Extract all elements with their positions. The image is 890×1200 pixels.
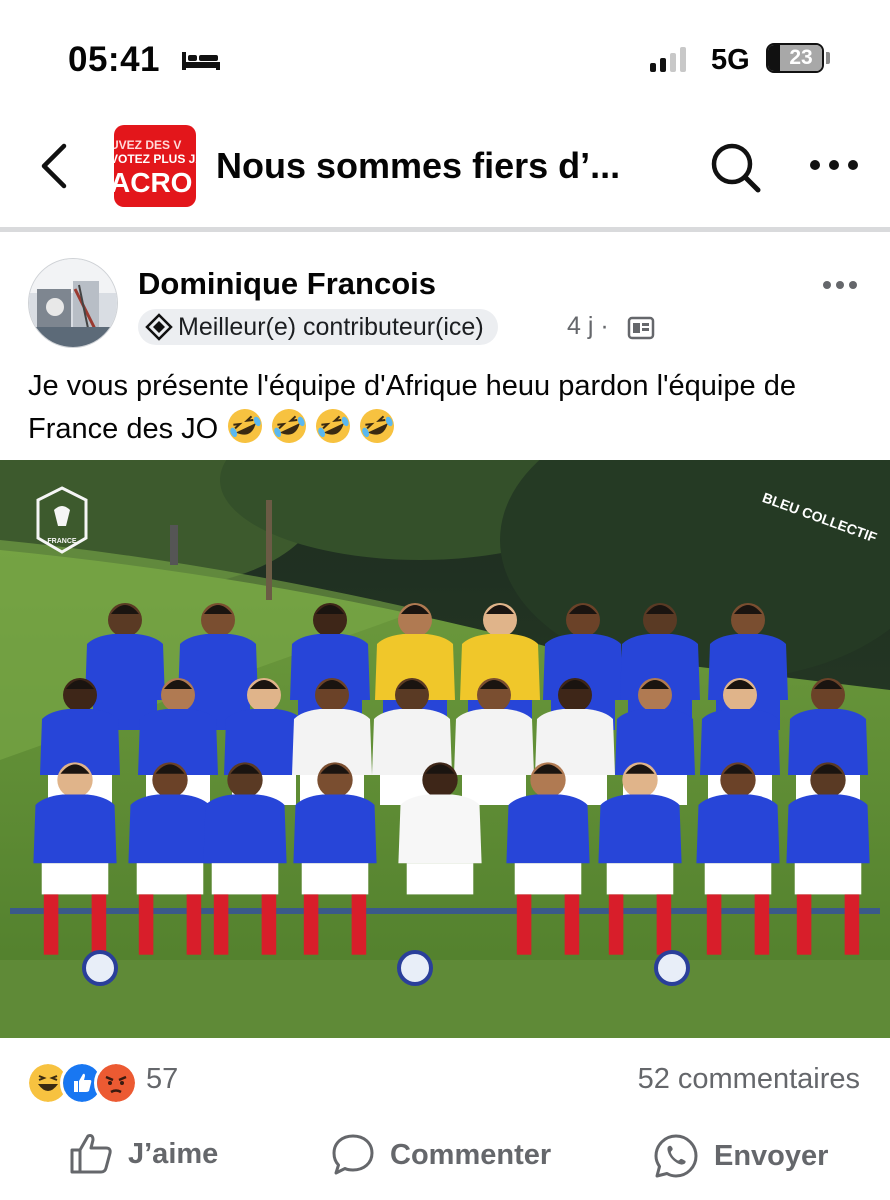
- rolling-laughing-emoji-icon: [316, 409, 351, 443]
- network-type: 5G: [711, 44, 750, 76]
- send-button[interactable]: Envoyer: [652, 1132, 828, 1180]
- emoji-row: [226, 409, 402, 445]
- rolling-laughing-emoji-icon: [272, 409, 307, 443]
- post-time[interactable]: 4 j ·: [567, 312, 609, 341]
- angry-reaction-icon: [94, 1061, 138, 1105]
- post-text-body: Je vous présente l'équipe d'Afrique heuu…: [28, 370, 796, 445]
- comments-count[interactable]: 52 commentaires: [638, 1063, 860, 1096]
- post-photo[interactable]: FRANCE BLEU COLLECTIF: [0, 460, 890, 1038]
- badge-label: Meilleur(e) contributeur(ice): [178, 312, 484, 341]
- more-horizontal-icon: [810, 160, 858, 170]
- page-title[interactable]: Nous sommes fiers d’...: [216, 145, 620, 187]
- rolling-laughing-emoji-icon: [228, 409, 263, 443]
- cellular-signal-icon: [650, 46, 686, 72]
- group-thumb-line: ACRO: [114, 167, 193, 198]
- battery-cap: [826, 52, 830, 64]
- thumbs-up-icon: [70, 1134, 112, 1174]
- back-button[interactable]: [36, 140, 72, 197]
- search-icon: [711, 143, 761, 193]
- more-horizontal-icon: [823, 281, 857, 289]
- header-divider: [0, 227, 890, 232]
- team-photo-image: FRANCE BLEU COLLECTIF: [0, 460, 890, 1038]
- contributor-badge-icon: [145, 313, 173, 341]
- avatar[interactable]: [28, 258, 118, 348]
- group-thumb-line: UVEZ DES V: [114, 138, 182, 152]
- more-options-button[interactable]: [808, 158, 860, 177]
- group-thumbnail[interactable]: UVEZ DES V VOTEZ PLUS JAM ACRO: [114, 125, 196, 207]
- top-contributor-badge[interactable]: Meilleur(e) contributeur(ice): [138, 309, 498, 345]
- post-author[interactable]: Dominique Francois: [138, 266, 436, 302]
- football: [82, 950, 118, 986]
- post-more-options-button[interactable]: [822, 277, 858, 295]
- logo-left-text: FRANCE: [47, 538, 76, 545]
- send-label: Envoyer: [714, 1139, 829, 1172]
- whatsapp-icon: [654, 1134, 698, 1178]
- group-thumb-line: VOTEZ PLUS JAM: [114, 152, 196, 166]
- comment-icon: [332, 1134, 374, 1175]
- chevron-left-icon: [41, 143, 67, 189]
- like-button[interactable]: J’aime: [68, 1132, 218, 1176]
- reaction-count[interactable]: 57: [146, 1063, 178, 1096]
- battery-level: 23: [780, 45, 822, 71]
- football: [654, 950, 690, 986]
- search-button[interactable]: [708, 140, 764, 201]
- post-text: Je vous présente l'équipe d'Afrique heuu…: [28, 365, 868, 450]
- comment-label: Commenter: [390, 1138, 552, 1171]
- rolling-laughing-emoji-icon: [360, 409, 395, 443]
- sleep-focus-icon: [180, 48, 222, 77]
- battery-icon: 23: [766, 43, 824, 73]
- reaction-icons[interactable]: [26, 1061, 138, 1105]
- comment-button[interactable]: Commenter: [330, 1132, 551, 1178]
- status-time: 05:41: [68, 40, 161, 79]
- audience-icon[interactable]: [627, 314, 655, 347]
- like-label: J’aime: [128, 1137, 219, 1170]
- football: [397, 950, 433, 986]
